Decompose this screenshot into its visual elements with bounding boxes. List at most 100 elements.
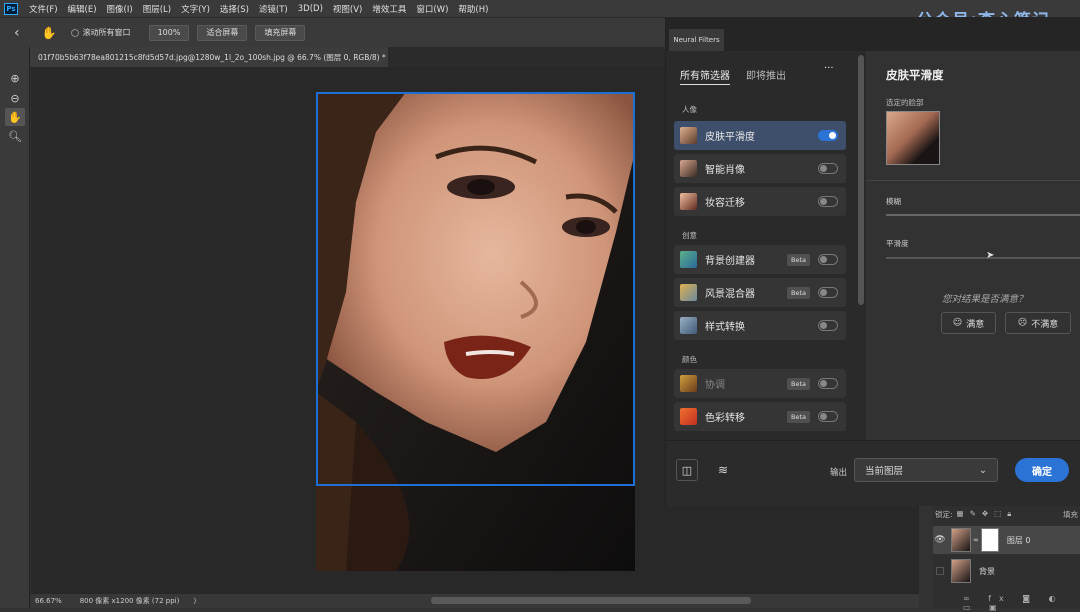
menu-bar: Ps 文件(F) 编辑(E) 图像(I) 图层(L) 文字(Y) 选择(S) 滤… — [0, 0, 1080, 31]
menu-help[interactable]: 帮助(H) — [453, 3, 493, 15]
status-arrow-icon[interactable]: 〉 — [193, 596, 200, 606]
menu-select[interactable]: 选择(S) — [215, 3, 254, 15]
document-info: 800 像素 x1200 像素 (72 ppi) — [79, 597, 180, 605]
layer-row-background[interactable]: 背景 — [933, 557, 1080, 585]
mouse-cursor-icon: ➤ — [986, 250, 995, 261]
back-arrow-icon[interactable]: ‹ — [14, 25, 20, 41]
hand-tool-icon[interactable]: ✋ — [5, 108, 25, 126]
neural-filters-footer: ◫ ≋ 输出 当前图层 ⌄ 确定 — [666, 440, 1080, 506]
zoom-out-icon[interactable]: ⊖ — [5, 89, 25, 107]
horizontal-scrollbar[interactable] — [431, 597, 751, 604]
menu-plugins[interactable]: 增效工具 — [367, 3, 411, 15]
document-tab-bar: 01f70b5b63f78ea801215c8fd5d57d.jpg@1280w… — [30, 47, 665, 67]
filter-list-scrollbar[interactable] — [856, 51, 866, 440]
scrollbar-thumb[interactable] — [858, 55, 864, 305]
blur-label: 模糊 — [886, 197, 901, 206]
skin-smoothing-toggle[interactable] — [818, 130, 838, 141]
harmonization-thumb-icon — [680, 375, 697, 392]
makeup-transfer-thumb-icon — [680, 193, 697, 210]
hand-tool-icon: ✋ — [41, 25, 57, 40]
ok-button[interactable]: 确定 — [1015, 458, 1069, 482]
harmonization-toggle[interactable] — [818, 378, 838, 389]
chevron-down-icon: ⌄ — [979, 464, 987, 476]
filter-title: 皮肤平滑度 — [886, 68, 944, 82]
tab-all-filters[interactable]: 所有筛选器 — [680, 67, 730, 85]
filter-label: 协调 — [705, 380, 725, 391]
menu-edit[interactable]: 编辑(E) — [63, 3, 102, 15]
filter-makeup-transfer[interactable]: 妆容迁移 — [674, 187, 846, 216]
menu-type[interactable]: 文字(Y) — [176, 3, 215, 15]
scroll-all-checkbox[interactable] — [70, 28, 79, 37]
filter-label: 背景创建器 — [705, 256, 755, 267]
filter-landscape-mixer[interactable]: 风景混合器 Beta — [674, 278, 846, 307]
skin-smoothing-thumb-icon — [680, 127, 697, 144]
lock-row: 锁定: ▦✎✥⬚🔒︎ 填充 — [933, 506, 1080, 522]
satisfied-button[interactable]: ☺ 满意 — [941, 312, 996, 334]
tab-coming-soon[interactable]: 即将推出 — [746, 67, 786, 82]
layer-actions-icons[interactable]: ∞ fx ◙ ◐ ▭ ▣ — [963, 594, 1080, 612]
layer-mask-thumbnail[interactable] — [980, 528, 999, 552]
eye-icon[interactable]: 👁︎ — [933, 535, 947, 545]
zoom-100-button[interactable]: 100% — [148, 24, 190, 41]
beta-badge: Beta — [787, 377, 810, 390]
style-transfer-thumb-icon — [680, 317, 697, 334]
filter-label: 皮肤平滑度 — [705, 132, 755, 143]
color-transfer-toggle[interactable] — [818, 411, 838, 422]
background-creator-toggle[interactable] — [818, 254, 838, 265]
smile-icon: ☺ — [952, 318, 963, 328]
tool-panel: ⊕ ⊖ ✋ 🔍︎ — [0, 47, 30, 608]
fill-screen-button[interactable]: 填充屏幕 — [255, 24, 306, 41]
filter-settings: 皮肤平滑度 选定的脸部 模糊 平滑度 ➤ 您对结果是否满意？ ☺ 满意 ☹ 不满… — [866, 51, 1080, 440]
filter-color-transfer[interactable]: 色彩转移 Beta — [674, 402, 846, 431]
layer-name: 图层 0 — [1006, 535, 1031, 545]
selected-face-thumbnail[interactable] — [886, 111, 940, 165]
compare-view-icon[interactable]: ◫ — [676, 459, 698, 481]
unsatisfied-button[interactable]: ☹ 不满意 — [1005, 312, 1071, 334]
layer-thumbnail — [951, 528, 971, 552]
layers-stack-icon[interactable]: ≋ — [712, 459, 734, 481]
blur-slider[interactable] — [886, 214, 1080, 216]
category-portrait: 人像 — [682, 105, 697, 114]
menu-view[interactable]: 视图(V) — [328, 3, 367, 15]
filter-harmonization[interactable]: 协调 Beta — [674, 369, 846, 398]
menu-file[interactable]: 文件(F) — [24, 3, 63, 15]
status-bar: 66.67% 800 像素 x1200 像素 (72 ppi) 〉 — [31, 594, 919, 608]
smart-portrait-toggle[interactable] — [818, 163, 838, 174]
neural-filters-tab[interactable]: Neural Filters — [669, 29, 724, 51]
filter-skin-smoothing[interactable]: 皮肤平滑度 — [674, 121, 846, 150]
category-color: 颜色 — [682, 355, 697, 364]
style-transfer-toggle[interactable] — [818, 320, 838, 331]
filter-list: 所有筛选器 即将推出 ··· 人像 皮肤平滑度 智能肖像 妆容迁移 创意 背景创… — [666, 51, 856, 440]
more-options-icon[interactable]: ··· — [824, 63, 834, 74]
filter-background-creator[interactable]: 背景创建器 Beta — [674, 245, 846, 274]
filter-style-transfer[interactable]: 样式转换 — [674, 311, 846, 340]
filter-smart-portrait[interactable]: 智能肖像 — [674, 154, 846, 183]
magnifier-icon[interactable]: 🔍︎ — [5, 127, 25, 145]
beta-badge: Beta — [787, 410, 810, 423]
makeup-transfer-toggle[interactable] — [818, 196, 838, 207]
smoothness-label: 平滑度 — [886, 239, 909, 248]
zoom-in-icon[interactable]: ⊕ — [5, 69, 25, 87]
output-select[interactable]: 当前图层 ⌄ — [854, 458, 998, 482]
zoom-level[interactable]: 66.67% — [35, 597, 62, 605]
panel-tab-bar: Neural Filters — [666, 17, 1080, 51]
layers-panel: 锁定: ▦✎✥⬚🔒︎ 填充 👁︎ ∞ 图层 0 背景 ∞ fx ◙ ◐ ▭ ▣ — [933, 506, 1080, 612]
document-tab[interactable]: 01f70b5b63f78ea801215c8fd5d57d.jpg@1280w… — [30, 47, 388, 67]
landscape-mixer-thumb-icon — [680, 284, 697, 301]
fit-screen-button[interactable]: 适合屏幕 — [197, 24, 248, 41]
photoshop-logo: Ps — [4, 2, 18, 15]
menu-window[interactable]: 窗口(W) — [411, 3, 453, 15]
menu-image[interactable]: 图像(I) — [102, 3, 138, 15]
unsatisfied-label: 不满意 — [1031, 319, 1059, 330]
menu-layer[interactable]: 图层(L) — [138, 3, 176, 15]
layer-row-0[interactable]: 👁︎ ∞ 图层 0 — [933, 526, 1080, 554]
menu-3d[interactable]: 3D(D) — [293, 4, 328, 14]
menu-filter[interactable]: 滤镜(T) — [254, 3, 293, 15]
lock-icons[interactable]: ▦✎✥⬚🔒︎ — [957, 509, 1018, 519]
category-creative: 创意 — [682, 231, 697, 240]
divider — [866, 180, 1080, 181]
landscape-mixer-toggle[interactable] — [818, 287, 838, 298]
visibility-box-icon[interactable] — [933, 567, 947, 575]
link-icon: ∞ — [973, 536, 979, 544]
smoothness-slider[interactable] — [886, 257, 1080, 259]
